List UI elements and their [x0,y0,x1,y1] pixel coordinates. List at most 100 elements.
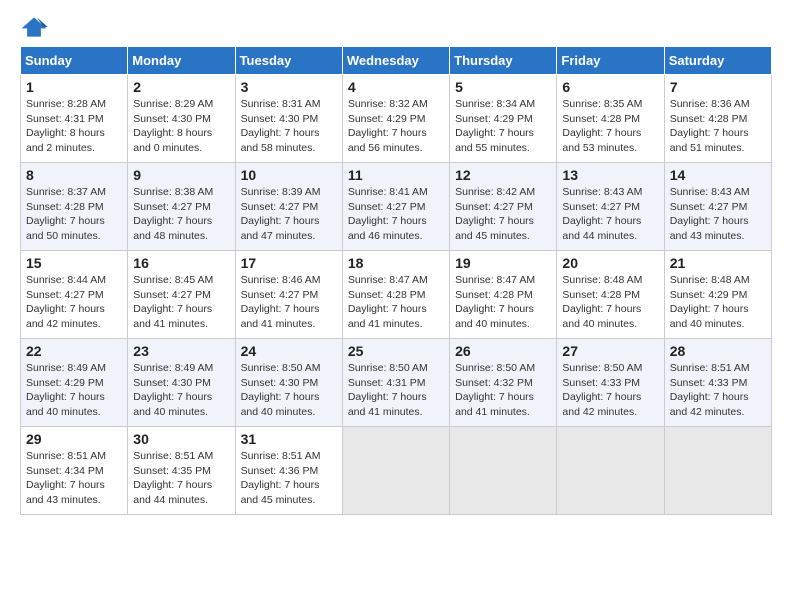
day-info: Sunrise: 8:50 AMSunset: 4:30 PMDaylight:… [241,361,337,420]
calendar-cell: 31Sunrise: 8:51 AMSunset: 4:36 PMDayligh… [235,427,342,515]
day-info: Sunrise: 8:47 AMSunset: 4:28 PMDaylight:… [455,273,551,332]
calendar-cell [557,427,664,515]
day-header-sunday: Sunday [21,47,128,75]
day-info: Sunrise: 8:29 AMSunset: 4:30 PMDaylight:… [133,97,229,156]
calendar-cell: 9 Sunrise: 8:38 AMSunset: 4:27 PMDaylight… [128,163,235,251]
day-header-thursday: Thursday [450,47,557,75]
day-header-saturday: Saturday [664,47,771,75]
day-header-wednesday: Wednesday [342,47,449,75]
day-info: Sunrise: 8:50 AMSunset: 4:31 PMDaylight:… [348,361,444,420]
day-header-tuesday: Tuesday [235,47,342,75]
day-header-friday: Friday [557,47,664,75]
day-number: 30 [133,431,229,447]
calendar-cell: 27Sunrise: 8:50 AMSunset: 4:33 PMDayligh… [557,339,664,427]
day-info: Sunrise: 8:46 AMSunset: 4:27 PMDaylight:… [241,273,337,332]
day-number: 8 [26,167,122,183]
calendar-cell: 23 Sunrise: 8:49 AMSunset: 4:30 PMDayligh… [128,339,235,427]
calendar-cell: 16 Sunrise: 8:45 AMSunset: 4:27 PMDayligh… [128,251,235,339]
day-number: 22 [26,343,122,359]
calendar-table: SundayMondayTuesdayWednesdayThursdayFrid… [20,46,772,515]
day-number: 28 [670,343,766,359]
calendar-cell: 11 Sunrise: 8:41 AMSunset: 4:27 PMDayligh… [342,163,449,251]
calendar-week-3: 15 Sunrise: 8:44 AMSunset: 4:27 PMDayligh… [21,251,772,339]
calendar-cell: 14 Sunrise: 8:43 AMSunset: 4:27 PMDayligh… [664,163,771,251]
day-info: Sunrise: 8:35 AMSunset: 4:28 PMDaylight:… [562,97,658,156]
day-info: Sunrise: 8:51 AMSunset: 4:35 PMDaylight:… [133,449,229,508]
calendar-cell: 13 Sunrise: 8:43 AMSunset: 4:27 PMDayligh… [557,163,664,251]
day-info: Sunrise: 8:49 AMSunset: 4:29 PMDaylight:… [26,361,122,420]
day-info: Sunrise: 8:28 AMSunset: 4:31 PMDaylight:… [26,97,122,156]
calendar-cell: 25 Sunrise: 8:50 AMSunset: 4:31 PMDayligh… [342,339,449,427]
calendar-cell: 5Sunrise: 8:34 AMSunset: 4:29 PMDaylight… [450,75,557,163]
calendar-body: 1 Sunrise: 8:28 AMSunset: 4:31 PMDaylight… [21,75,772,515]
calendar-cell [342,427,449,515]
day-number: 17 [241,255,337,271]
day-info: Sunrise: 8:51 AMSunset: 4:34 PMDaylight:… [26,449,122,508]
day-info: Sunrise: 8:38 AMSunset: 4:27 PMDaylight:… [133,185,229,244]
logo-icon [20,16,48,38]
day-number: 23 [133,343,229,359]
day-number: 18 [348,255,444,271]
day-info: Sunrise: 8:32 AMSunset: 4:29 PMDaylight:… [348,97,444,156]
day-number: 26 [455,343,551,359]
day-info: Sunrise: 8:48 AMSunset: 4:28 PMDaylight:… [562,273,658,332]
day-number: 24 [241,343,337,359]
day-number: 25 [348,343,444,359]
day-info: Sunrise: 8:45 AMSunset: 4:27 PMDaylight:… [133,273,229,332]
calendar-cell: 2Sunrise: 8:29 AMSunset: 4:30 PMDaylight… [128,75,235,163]
day-info: Sunrise: 8:49 AMSunset: 4:30 PMDaylight:… [133,361,229,420]
day-info: Sunrise: 8:43 AMSunset: 4:27 PMDaylight:… [670,185,766,244]
day-number: 13 [562,167,658,183]
day-number: 7 [670,79,766,95]
calendar-cell: 12Sunrise: 8:42 AMSunset: 4:27 PMDayligh… [450,163,557,251]
day-info: Sunrise: 8:48 AMSunset: 4:29 PMDaylight:… [670,273,766,332]
day-info: Sunrise: 8:31 AMSunset: 4:30 PMDaylight:… [241,97,337,156]
day-info: Sunrise: 8:50 AMSunset: 4:33 PMDaylight:… [562,361,658,420]
day-header-row: SundayMondayTuesdayWednesdayThursdayFrid… [21,47,772,75]
day-number: 3 [241,79,337,95]
calendar-cell: 8 Sunrise: 8:37 AMSunset: 4:28 PMDaylight… [21,163,128,251]
calendar-cell: 24 Sunrise: 8:50 AMSunset: 4:30 PMDayligh… [235,339,342,427]
day-number: 6 [562,79,658,95]
calendar-week-5: 29 Sunrise: 8:51 AMSunset: 4:34 PMDayligh… [21,427,772,515]
calendar-cell [450,427,557,515]
day-number: 16 [133,255,229,271]
calendar-cell: 15 Sunrise: 8:44 AMSunset: 4:27 PMDayligh… [21,251,128,339]
calendar-cell: 4 Sunrise: 8:32 AMSunset: 4:29 PMDaylight… [342,75,449,163]
day-number: 4 [348,79,444,95]
day-info: Sunrise: 8:39 AMSunset: 4:27 PMDaylight:… [241,185,337,244]
calendar-week-4: 22 Sunrise: 8:49 AMSunset: 4:29 PMDayligh… [21,339,772,427]
day-number: 19 [455,255,551,271]
day-info: Sunrise: 8:37 AMSunset: 4:28 PMDaylight:… [26,185,122,244]
day-number: 11 [348,167,444,183]
day-number: 10 [241,167,337,183]
day-number: 14 [670,167,766,183]
calendar-week-2: 8 Sunrise: 8:37 AMSunset: 4:28 PMDaylight… [21,163,772,251]
calendar-cell: 1 Sunrise: 8:28 AMSunset: 4:31 PMDaylight… [21,75,128,163]
calendar-cell: 7Sunrise: 8:36 AMSunset: 4:28 PMDaylight… [664,75,771,163]
calendar-header: SundayMondayTuesdayWednesdayThursdayFrid… [21,47,772,75]
day-number: 29 [26,431,122,447]
day-info: Sunrise: 8:41 AMSunset: 4:27 PMDaylight:… [348,185,444,244]
calendar-cell: 20Sunrise: 8:48 AMSunset: 4:28 PMDayligh… [557,251,664,339]
calendar-cell: 10 Sunrise: 8:39 AMSunset: 4:27 PMDayligh… [235,163,342,251]
calendar-cell: 3 Sunrise: 8:31 AMSunset: 4:30 PMDaylight… [235,75,342,163]
calendar-cell: 22 Sunrise: 8:49 AMSunset: 4:29 PMDayligh… [21,339,128,427]
day-info: Sunrise: 8:47 AMSunset: 4:28 PMDaylight:… [348,273,444,332]
calendar-cell: 21Sunrise: 8:48 AMSunset: 4:29 PMDayligh… [664,251,771,339]
day-number: 12 [455,167,551,183]
day-number: 15 [26,255,122,271]
day-number: 1 [26,79,122,95]
calendar-cell: 26 Sunrise: 8:50 AMSunset: 4:32 PMDayligh… [450,339,557,427]
day-info: Sunrise: 8:43 AMSunset: 4:27 PMDaylight:… [562,185,658,244]
calendar-week-1: 1 Sunrise: 8:28 AMSunset: 4:31 PMDaylight… [21,75,772,163]
day-info: Sunrise: 8:44 AMSunset: 4:27 PMDaylight:… [26,273,122,332]
calendar-cell: 28 Sunrise: 8:51 AMSunset: 4:33 PMDayligh… [664,339,771,427]
calendar-cell: 30 Sunrise: 8:51 AMSunset: 4:35 PMDayligh… [128,427,235,515]
page-header [20,16,772,38]
day-info: Sunrise: 8:50 AMSunset: 4:32 PMDaylight:… [455,361,551,420]
calendar-cell: 29 Sunrise: 8:51 AMSunset: 4:34 PMDayligh… [21,427,128,515]
day-header-monday: Monday [128,47,235,75]
day-number: 9 [133,167,229,183]
day-info: Sunrise: 8:51 AMSunset: 4:33 PMDaylight:… [670,361,766,420]
